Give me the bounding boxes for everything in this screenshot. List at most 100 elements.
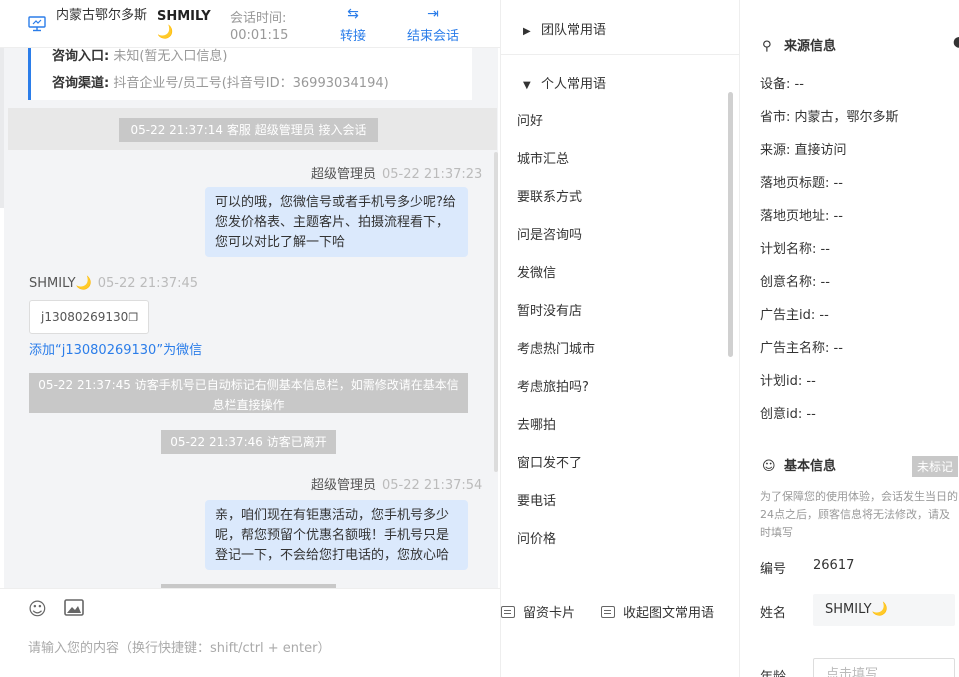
source-info-label: 来源信息 <box>784 39 837 54</box>
location-pin-icon: ⚲ <box>762 39 772 54</box>
age-label: 年龄 <box>760 666 786 677</box>
source-row: 计划id: -- <box>760 374 816 389</box>
exit-icon: ⇥ <box>427 6 439 22</box>
agent-message-bubble: 亲，咱们现在有钜惠活动，您手机号多少呢，帮您预留个优惠名额哦！手机号只是登记一下… <box>205 500 468 570</box>
monitor-icon <box>28 16 46 32</box>
visitor-message-text: j13080269130 <box>41 310 129 324</box>
transfer-button[interactable]: ⇆ 转接 <box>340 5 366 44</box>
source-row: 创意id: -- <box>760 407 816 422</box>
end-session-button[interactable]: ⇥ 结束会话 <box>407 5 459 44</box>
team-phrases-group[interactable]: ▶ 团队常用语 <box>523 19 606 38</box>
message-time: 05-22 21:37:54 <box>382 478 483 493</box>
chat-input-area: ☺ 请输入您的内容（换行快捷键：shift/ctrl + enter） <box>0 588 500 677</box>
moon-emoji-icon: 🌙 <box>157 25 174 40</box>
entry-label: 咨询入口: <box>52 49 110 64</box>
lead-card-button[interactable]: 留资卡片 <box>501 602 575 621</box>
id-label: 编号 <box>760 562 787 577</box>
visitor-location: 内蒙古鄂尔多斯 <box>56 8 148 23</box>
entry-row: 咨询入口: 未知(暂无入口信息) <box>52 48 228 64</box>
message-time: 05-22 21:37:23 <box>382 167 483 182</box>
end-session-label: 结束会话 <box>407 29 460 44</box>
sender-name: 超级管理员 <box>311 167 377 182</box>
source-row: 设备: -- <box>760 77 804 92</box>
phrases-scrollbar[interactable] <box>728 92 733 357</box>
app-window: 内蒙古鄂尔多斯 SHMILY 🌙 会话时间: 00:01:15 ⇆ 转接 ⇥ 结… <box>0 0 959 677</box>
edit-notice: 为了保障您的使用体验，会话发生当日的24点之后，顾客信息将无法修改，请及时填写 <box>760 490 958 539</box>
card-icon <box>501 606 515 618</box>
personal-phrases-group[interactable]: ▼ 个人常用语 <box>523 73 606 92</box>
source-row: 广告主id: -- <box>760 308 829 323</box>
personal-phrases-label: 个人常用语 <box>541 77 607 92</box>
emoji-icon[interactable]: ☺ <box>28 599 47 620</box>
caret-down-icon: ▼ <box>523 80 531 91</box>
message-meta: SHMILY🌙 05-22 21:37:45 <box>29 276 198 291</box>
phrases-panel: ▶ 团队常用语 ▼ 个人常用语 问好 城市汇总 要联系方式 问是咨询吗 发微信 暂时… <box>500 0 740 677</box>
consult-info-card: 咨询入口: 未知(暂无入口信息) 咨询渠道: 抖音企业号/员工号(抖音号ID：3… <box>28 48 472 100</box>
visitor-message-bubble[interactable]: j13080269130❐ <box>29 300 149 334</box>
sender-name: 超级管理员 <box>311 478 377 493</box>
id-value: 26617 <box>813 558 855 573</box>
team-phrases-label: 团队常用语 <box>541 23 607 38</box>
entry-value: 未知(暂无入口信息) <box>113 49 228 64</box>
agent-message-bubble: 可以的哦，您微信号或者手机号多少呢?给您发价格表、主题客片、拍摄流程看下，您可以… <box>205 187 468 257</box>
phrase-item[interactable]: 考虑热门城市 <box>517 338 595 357</box>
basic-info-label: 基本信息 <box>784 459 837 474</box>
source-row: 省市: 内蒙古，鄂尔多斯 <box>760 110 899 125</box>
chat-header: 内蒙古鄂尔多斯 SHMILY 🌙 会话时间: 00:01:15 ⇆ 转接 ⇥ 结… <box>0 0 500 48</box>
phrase-item[interactable]: 问是咨询吗 <box>517 224 582 243</box>
phrase-item[interactable]: 去哪拍 <box>517 414 556 433</box>
user-circle-icon: ☺ <box>762 459 776 474</box>
image-icon[interactable] <box>64 599 84 617</box>
phrase-item[interactable]: 暂时没有店 <box>517 300 582 319</box>
phrase-item[interactable]: 考虑旅拍吗? <box>517 376 589 395</box>
source-row: 创意名称: -- <box>760 275 830 290</box>
transfer-label: 转接 <box>340 29 367 44</box>
sender-name: SHMILY🌙 <box>29 276 92 291</box>
phrase-item[interactable]: 城市汇总 <box>517 148 569 167</box>
name-label: 姓名 <box>760 606 787 621</box>
add-wechat-link[interactable]: 添加“j13080269130”为微信 <box>29 339 202 358</box>
transfer-icon: ⇆ <box>347 6 359 22</box>
chat-scrollbar[interactable] <box>494 152 498 472</box>
source-row: 广告主名称: -- <box>760 341 843 356</box>
message-list[interactable]: 咨询入口: 未知(暂无入口信息) 咨询渠道: 抖音企业号/员工号(抖音号ID：3… <box>4 48 498 588</box>
status-badge[interactable]: 未标记 <box>912 456 959 477</box>
collapse-phrases-button[interactable]: 收起图文常用语 <box>601 602 714 621</box>
channel-value: 抖音企业号/员工号(抖音号ID：36993034194) <box>113 76 389 91</box>
message-meta: 超级管理员 05-22 21:37:23 <box>311 163 482 182</box>
partial-icon[interactable]: ◖ <box>953 34 959 50</box>
phrase-item[interactable]: 发微信 <box>517 262 556 281</box>
visitor-info-panel: ⚲ 来源信息 ◖ 设备: -- 省市: 内蒙古，鄂尔多斯 来源: 直接访问 落地页… <box>740 0 959 677</box>
chat-panel: 内蒙古鄂尔多斯 SHMILY 🌙 会话时间: 00:01:15 ⇆ 转接 ⇥ 结… <box>0 0 500 677</box>
source-row: 落地页标题: -- <box>760 176 843 191</box>
phrase-item[interactable]: 问价格 <box>517 528 556 547</box>
source-row: 落地页地址: -- <box>760 209 843 224</box>
lead-card-label: 留资卡片 <box>523 606 576 621</box>
channel-row: 咨询渠道: 抖音企业号/员工号(抖音号ID：36993034194) <box>52 72 389 91</box>
system-message: 05-22 21:37:46 访客已离开 <box>161 430 336 454</box>
list-icon <box>601 606 615 618</box>
phrase-item[interactable]: 窗口发不了 <box>517 452 582 471</box>
message-meta: 超级管理员 05-22 21:37:54 <box>311 474 482 493</box>
system-message: 05-22 21:37:45 访客手机号已自动标记右侧基本信息栏，如需修改请在基… <box>29 373 468 413</box>
basic-info-title: ☺ 基本信息 <box>762 455 836 474</box>
caret-right-icon: ▶ <box>523 26 531 37</box>
name-field[interactable]: SHMILY🌙 <box>813 594 955 626</box>
system-message: 05-22 21:37:14 客服 超级管理员 接入会话 <box>119 118 378 142</box>
visitor-name: SHMILY <box>157 9 211 24</box>
collapse-phrases-label: 收起图文常用语 <box>623 606 715 621</box>
source-row: 计划名称: -- <box>760 242 830 257</box>
phrase-item[interactable]: 问好 <box>517 110 543 129</box>
source-info-title: ⚲ 来源信息 <box>762 35 836 54</box>
message-input[interactable]: 请输入您的内容（换行快捷键：shift/ctrl + enter） <box>28 637 331 656</box>
divider <box>501 54 740 55</box>
session-time-label: 会话时间: <box>230 11 287 26</box>
message-time: 05-22 21:37:45 <box>97 276 199 291</box>
session-time: 00:01:15 <box>230 28 289 43</box>
phrase-item[interactable]: 要联系方式 <box>517 186 582 205</box>
copy-icon[interactable]: ❐ <box>128 311 138 324</box>
channel-label: 咨询渠道: <box>52 76 110 91</box>
phrase-item[interactable]: 要电话 <box>517 490 556 509</box>
age-input[interactable]: 点击填写 <box>813 658 955 677</box>
source-row: 来源: 直接访问 <box>760 143 847 158</box>
